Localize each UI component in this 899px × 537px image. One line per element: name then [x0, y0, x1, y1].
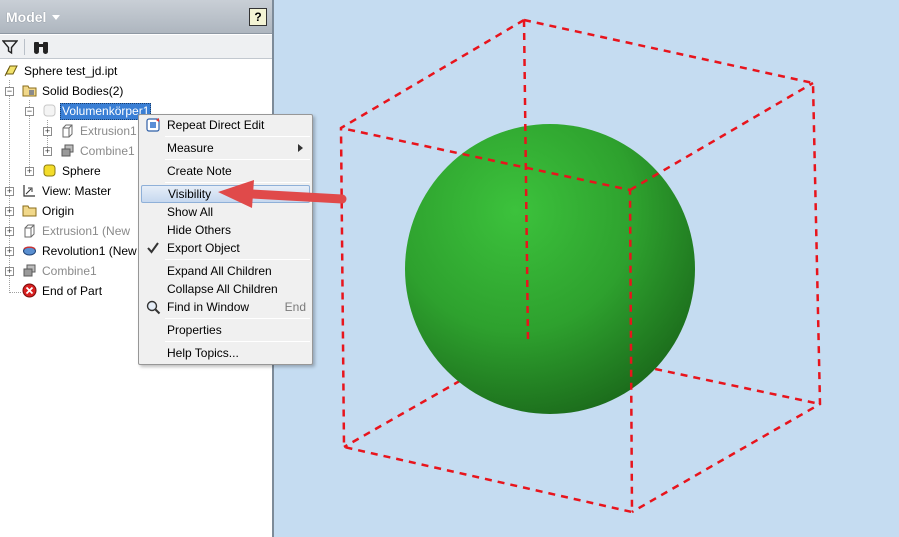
tree-item-combine1-feature[interactable]: Combine1 [22, 262, 97, 280]
expand-toggle[interactable]: + [25, 167, 34, 176]
expand-toggle[interactable]: + [43, 147, 52, 156]
part-file-icon [4, 65, 18, 77]
tree-item-view-master[interactable]: View: Master [22, 182, 111, 200]
menu-item-shortcut: End [284, 300, 306, 314]
tree-item-label: Solid Bodies(2) [42, 84, 124, 98]
menu-item-label: Create Note [167, 164, 232, 178]
combine-icon [23, 264, 36, 277]
menu-item-label: Collapse All Children [167, 282, 278, 296]
expand-toggle[interactable]: + [5, 267, 14, 276]
revolution-icon [23, 246, 36, 256]
menu-item-label: Properties [167, 323, 222, 337]
filter-icon[interactable] [2, 39, 18, 55]
checkmark-icon [147, 242, 159, 254]
direct-edit-icon [146, 118, 160, 132]
menu-item-label: Find in Window [167, 300, 250, 314]
menu-item-help-topics[interactable]: Help Topics... [141, 344, 310, 362]
collapse-toggle[interactable]: − [5, 87, 14, 96]
tree-item-label: Combine1 [42, 264, 97, 278]
tree-item-label: Extrusion1 [80, 124, 137, 138]
sphere-body-icon [43, 164, 56, 177]
menu-item-repeat-direct-edit[interactable]: Repeat Direct Edit [141, 116, 310, 134]
expand-toggle[interactable]: + [5, 247, 14, 256]
magnifier-icon [146, 300, 161, 315]
menu-separator [165, 318, 310, 319]
tree-item-combine1[interactable]: Combine1 [60, 142, 135, 160]
tree-item-label: Origin [42, 204, 75, 218]
chevron-down-icon[interactable] [52, 15, 60, 20]
context-menu: Repeat Direct Edit Measure Create Note V… [138, 114, 313, 365]
binoculars-icon[interactable] [32, 39, 50, 55]
menu-item-label: Measure [167, 141, 214, 155]
tree-item-extrusion1[interactable]: Extrusion1 [60, 122, 137, 140]
solid-bodies-folder-icon [22, 85, 37, 97]
tree-item-end-of-part[interactable]: End of Part [22, 282, 102, 300]
tree-item-origin[interactable]: Origin [22, 202, 74, 220]
end-of-part-icon [22, 283, 37, 298]
panel-title-dropdown[interactable]: Model [6, 9, 46, 25]
tree-connector [9, 292, 21, 293]
annotation-arrow-icon [218, 180, 347, 208]
menu-item-label: Visibility [168, 187, 212, 201]
viewport-canvas [339, 18, 822, 514]
submenu-arrow-icon [298, 144, 303, 152]
tree-item-part[interactable]: Sphere test_jd.ipt [4, 62, 117, 80]
tree-item-volumenkoerper1[interactable]: Volumenkörper1 [42, 102, 152, 120]
menu-item-expand-all-children[interactable]: Expand All Children [141, 262, 310, 280]
sphere-body[interactable] [405, 124, 695, 414]
menu-item-label: Expand All Children [167, 264, 272, 278]
menu-item-find-in-window[interactable]: Find in Window End [141, 298, 310, 316]
tree-item-label: Combine1 [80, 144, 135, 158]
menu-item-collapse-all-children[interactable]: Collapse All Children [141, 280, 310, 298]
panel-header: Model ? [0, 0, 272, 34]
menu-item-hide-others[interactable]: Hide Others [141, 221, 310, 239]
tree-item-label: Revolution1 (New [42, 244, 137, 258]
menu-item-label: Show All [167, 205, 214, 219]
menu-separator [165, 159, 310, 160]
menu-separator [165, 136, 310, 137]
tree-item-label: End of Part [42, 284, 103, 298]
menu-item-properties[interactable]: Properties [141, 321, 310, 339]
toolbar-divider [24, 39, 25, 55]
tree-item-label: Sphere test_jd.ipt [24, 64, 118, 78]
expand-toggle[interactable]: + [5, 227, 14, 236]
expand-toggle[interactable]: + [5, 187, 14, 196]
menu-item-label: Repeat Direct Edit [167, 118, 265, 132]
combine-icon [61, 144, 74, 157]
browser-toolbar [0, 35, 272, 59]
menu-item-label: Help Topics... [167, 346, 239, 360]
tree-item-label: Sphere [62, 164, 101, 178]
menu-separator [165, 259, 310, 260]
tree-item-revolution1[interactable]: Revolution1 (New [22, 242, 137, 260]
menu-item-measure[interactable]: Measure [141, 139, 310, 157]
graphics-viewport[interactable] [274, 0, 899, 537]
menu-item-export-object[interactable]: Export Object [141, 239, 310, 257]
expand-toggle[interactable]: + [43, 127, 52, 136]
menu-item-label: Export Object [167, 241, 240, 255]
tree-item-extrusion1-feature[interactable]: Extrusion1 (New [22, 222, 130, 240]
extrusion-icon [24, 224, 35, 238]
collapse-toggle[interactable]: − [25, 107, 34, 116]
tree-item-solid-bodies[interactable]: Solid Bodies(2) [22, 82, 123, 100]
expand-toggle[interactable]: + [5, 207, 14, 216]
menu-separator [165, 341, 310, 342]
view-icon [23, 185, 35, 197]
tree-item-sphere[interactable]: Sphere [42, 162, 101, 180]
tree-item-label: View: Master [42, 184, 112, 198]
extrusion-icon [62, 124, 73, 138]
menu-item-label: Hide Others [167, 223, 232, 237]
tree-item-label: Extrusion1 (New [42, 224, 131, 238]
solid-body-icon [43, 104, 56, 117]
folder-icon [22, 205, 37, 217]
help-button[interactable]: ? [249, 8, 267, 26]
